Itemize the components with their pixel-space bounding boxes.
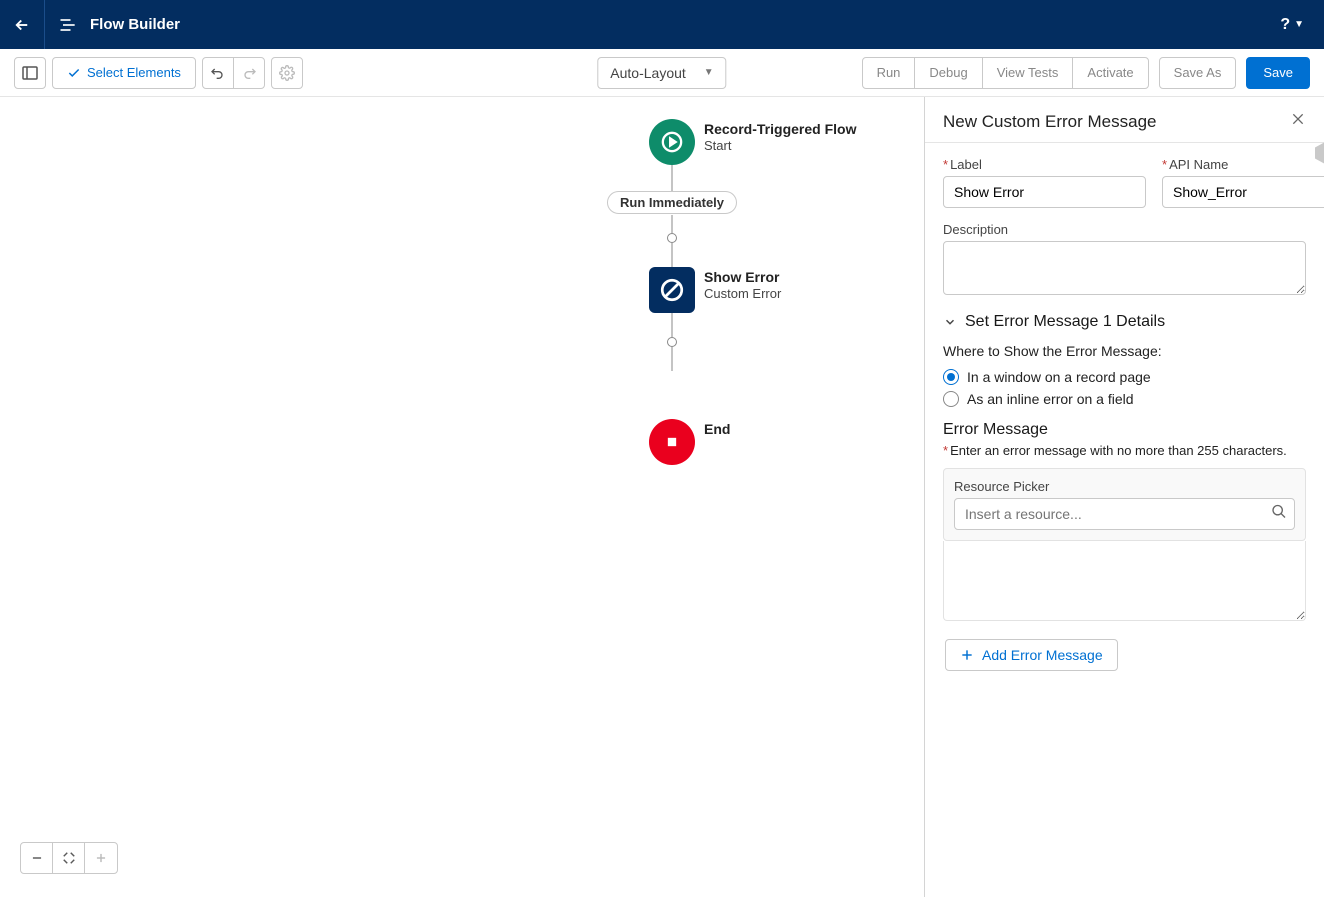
api-name-field[interactable] [1162,176,1324,208]
zoom-controls [20,842,118,874]
arrow-left-icon [13,16,31,34]
error-node-icon [649,267,695,313]
panel-icon [22,66,38,80]
zoom-in-button[interactable] [85,843,117,873]
redo-icon [241,65,257,81]
start-node[interactable]: Record-Triggered Flow Start [472,119,872,167]
end-node[interactable]: End [472,419,872,467]
run-immediately-pill[interactable]: Run Immediately [607,191,737,214]
select-elements-label: Select Elements [87,65,181,80]
chevron-down-icon: ▼ [1294,19,1304,30]
error-details-section-header[interactable]: Set Error Message 1 Details [925,313,1324,343]
stop-icon [662,432,682,452]
app-title: Flow Builder [90,16,180,33]
debug-button[interactable]: Debug [914,57,982,89]
start-node-icon [649,119,695,165]
chevron-down-icon [943,315,957,329]
add-element-dot[interactable] [667,233,677,243]
where-to-show-label: Where to Show the Error Message: [925,343,1324,369]
auto-layout-button[interactable]: Auto-Layout ▼ [597,57,726,89]
close-icon [1290,111,1306,127]
add-error-message-button[interactable]: Add Error Message [945,639,1118,671]
select-elements-button[interactable]: Select Elements [52,57,196,89]
resource-picker-label: Resource Picker [954,479,1295,494]
undo-icon [210,65,226,81]
connector [672,347,673,371]
label-field-label: *Label [943,157,1146,172]
error-message-header: Error Message [925,421,1324,443]
flow-icon [45,0,90,49]
panel-title: New Custom Error Message [943,112,1157,132]
error-node[interactable]: Show Error Custom Error [472,267,872,315]
properties-panel: New Custom Error Message *Label *API Nam… [924,97,1324,897]
activate-button[interactable]: Activate [1072,57,1148,89]
error-message-body[interactable] [943,541,1306,621]
add-element-dot[interactable] [667,337,677,347]
save-button[interactable]: Save [1246,57,1310,89]
start-node-title: Record-Triggered Flow [704,121,856,137]
main-content: Record-Triggered Flow Start Run Immediat… [0,97,1324,897]
auto-layout-label: Auto-Layout [610,65,686,81]
label-field[interactable] [943,176,1146,208]
minus-icon [30,851,44,865]
app-header: Flow Builder ? ▼ [0,0,1324,49]
prohibit-icon [659,277,685,303]
start-node-subtitle: Start [704,138,856,153]
help-icon: ? [1280,16,1290,34]
radio-inline[interactable]: As an inline error on a field [943,391,1306,407]
connector [672,313,673,337]
plus-icon [960,648,974,662]
resource-picker-input[interactable] [954,498,1295,530]
error-node-title: Show Error [704,269,781,285]
end-node-title: End [704,421,730,437]
back-button[interactable] [0,0,45,49]
flow-column: Record-Triggered Flow Start Run Immediat… [472,119,872,263]
flow-canvas[interactable]: Record-Triggered Flow Start Run Immediat… [0,97,924,897]
search-icon [1271,504,1287,525]
toggle-sidebar-button[interactable] [14,57,46,89]
run-button[interactable]: Run [862,57,916,89]
action-group: Run Debug View Tests Activate [862,57,1149,89]
radio-icon [943,391,959,407]
radio-window-label: In a window on a record page [967,369,1151,385]
zoom-out-button[interactable] [21,843,53,873]
view-tests-button[interactable]: View Tests [982,57,1074,89]
toolbar: Select Elements Auto-Layout ▼ Run Debug … [0,49,1324,97]
settings-button[interactable] [271,57,303,89]
end-node-icon [649,419,695,465]
help-button[interactable]: ? ▼ [1280,16,1304,34]
play-icon [661,131,683,153]
close-panel-button[interactable] [1290,111,1306,132]
api-name-field-label: *API Name [1162,157,1324,172]
radio-icon [943,369,959,385]
error-message-help: *Enter an error message with no more tha… [925,443,1324,468]
connector [672,165,673,191]
save-as-button[interactable]: Save As [1159,57,1237,89]
undo-redo-group [202,57,265,89]
redo-button[interactable] [233,57,265,89]
plus-icon [94,851,108,865]
error-node-subtitle: Custom Error [704,286,781,301]
description-field[interactable] [943,241,1306,295]
select-icon [67,66,81,80]
resource-picker-box: Resource Picker [943,468,1306,541]
where-radio-group: In a window on a record page As an inlin… [925,369,1324,421]
section-header-label: Set Error Message 1 Details [965,313,1165,331]
radio-inline-label: As an inline error on a field [967,391,1134,407]
undo-button[interactable] [202,57,234,89]
description-field-label: Description [943,222,1306,237]
connector [672,215,673,233]
zoom-fit-button[interactable] [53,843,85,873]
connector [672,243,673,267]
chevron-down-icon: ▼ [704,67,714,78]
gear-icon [279,65,295,81]
fit-icon [62,851,76,865]
add-error-message-label: Add Error Message [982,647,1103,663]
radio-window[interactable]: In a window on a record page [943,369,1306,385]
